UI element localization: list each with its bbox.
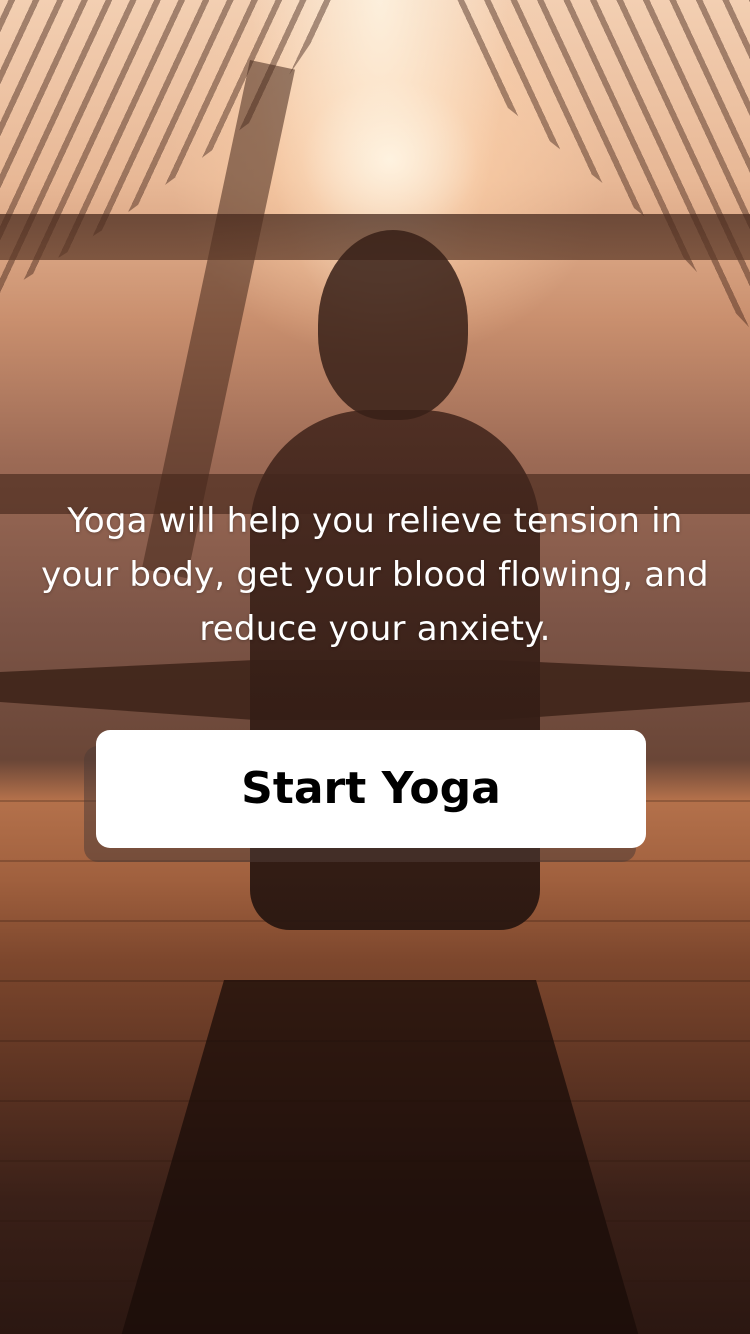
- onboarding-screen: Yoga will help you relieve tension in yo…: [0, 0, 750, 1334]
- onboarding-tagline: Yoga will help you relieve tension in yo…: [41, 501, 709, 649]
- meditating-figure-head: [318, 230, 468, 420]
- start-yoga-button[interactable]: Start Yoga: [96, 730, 646, 848]
